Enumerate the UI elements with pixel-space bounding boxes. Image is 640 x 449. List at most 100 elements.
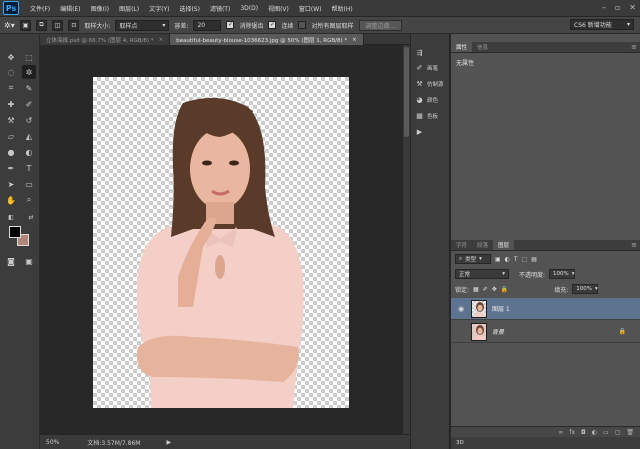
intersect-selection-icon[interactable]: ⊡ (68, 19, 80, 31)
mini-panel-brush[interactable]: ✐ 画笔 (415, 63, 438, 72)
type-filter-icon[interactable]: T (514, 256, 518, 263)
eye-icon[interactable]: ◉ (455, 305, 467, 313)
pen-tool-icon[interactable]: ✒ (4, 161, 18, 175)
panel-menu-icon[interactable]: ≡ (631, 241, 637, 249)
layer-name[interactable]: 背景 (492, 327, 504, 336)
menu-layer[interactable]: 图层(L) (114, 4, 144, 13)
toolbox: ✥ ✲ ◌ ⬚ ⌗ ✎ ✚ ✐ ⚒ ↺ ▱ ◭ ● ◐ ✒ T ➤ ▭ ✋ ⌕ … (0, 34, 40, 449)
rectangle-tool-icon[interactable]: ▭ (22, 177, 36, 191)
magic-wand-tool-icon[interactable]: ✲▾ (4, 21, 15, 30)
menu-select[interactable]: 选择(S) (174, 4, 205, 13)
clone-stamp-icon[interactable]: ⚒ (4, 113, 18, 127)
new-group-icon[interactable]: ▭ (603, 429, 609, 436)
brush-tool-icon[interactable]: ✐ (22, 97, 36, 111)
lasso-tool-icon[interactable]: ◌ (4, 65, 18, 79)
blend-mode-select[interactable]: 正常 ▾ (455, 269, 509, 279)
eraser-tool-icon[interactable]: ▱ (4, 129, 18, 143)
refine-edge-button[interactable]: 调整边缘... (358, 19, 403, 31)
menu-edit[interactable]: 编辑(E) (55, 4, 85, 13)
close-icon[interactable]: ✕ (629, 3, 636, 12)
menu-3d[interactable]: 3D(D) (235, 5, 263, 12)
smart-filter-icon[interactable]: ▤ (531, 256, 537, 263)
type-tool-icon[interactable]: T (22, 161, 36, 175)
vertical-scrollbar[interactable] (403, 45, 410, 434)
magic-wand-icon[interactable]: ✲ (22, 65, 36, 79)
adjustment-filter-icon[interactable]: ◐ (505, 256, 510, 263)
healing-brush-icon[interactable]: ✚ (4, 97, 18, 111)
close-icon[interactable]: × (159, 37, 164, 43)
history-brush-icon[interactable]: ↺ (22, 113, 36, 127)
antialias-checkbox[interactable]: ✓ (226, 21, 235, 29)
dodge-tool-icon[interactable]: ◐ (22, 145, 36, 159)
sample-all-checkbox[interactable] (298, 21, 307, 29)
status-menu-icon[interactable]: ▶ (166, 439, 171, 446)
minimize-icon[interactable]: – (602, 3, 606, 12)
new-layer-icon[interactable]: ▢ (615, 429, 621, 436)
zoom-level[interactable]: 50% (46, 439, 59, 446)
menu-type[interactable]: 文字(Y) (144, 4, 174, 13)
shape-filter-icon[interactable]: ⬚ (522, 256, 528, 263)
tab-3d[interactable]: 3D (451, 438, 469, 448)
menu-help[interactable]: 帮助(H) (327, 4, 358, 13)
document-canvas[interactable] (93, 77, 349, 408)
add-selection-icon[interactable]: ⧉ (36, 19, 47, 31)
path-selection-icon[interactable]: ➤ (4, 177, 18, 191)
adjustment-layer-icon[interactable]: ◐ (592, 429, 597, 436)
scrollbar-thumb[interactable] (404, 47, 409, 137)
layer-row-background[interactable]: 背景 🔒 (451, 321, 640, 343)
new-selection-icon[interactable]: ▣ (19, 19, 32, 31)
layer-name[interactable]: 图层 1 (492, 304, 510, 313)
foreground-color-swatch[interactable] (9, 226, 21, 238)
tab-layers[interactable]: 图层 (493, 240, 515, 250)
layer-style-icon[interactable]: fx (569, 429, 575, 436)
move-tool-icon[interactable]: ✥ (4, 50, 18, 64)
swap-colors-icon[interactable]: ⇄ (24, 210, 38, 224)
lock-transparent-icon[interactable]: ▦ (473, 286, 479, 293)
hand-tool-icon[interactable]: ✋ (4, 193, 18, 207)
sample-size-select[interactable]: 取样点 ▾ (115, 19, 170, 31)
layer-kind-select[interactable]: ⌕ 类型 ▾ (455, 254, 491, 264)
close-icon[interactable]: × (352, 37, 357, 43)
mini-panel-actions[interactable]: ▶ (415, 127, 424, 136)
contiguous-checkbox[interactable]: ✓ (268, 21, 277, 29)
layer-row-layer1[interactable]: ◉ 图层 1 (451, 298, 640, 320)
default-colors-icon[interactable]: ◧ (4, 210, 18, 224)
mini-panel-histogram[interactable]: ⇶ (415, 48, 427, 57)
delete-layer-icon[interactable]: 🗑 (626, 429, 634, 436)
tab-paragraph[interactable]: 段落 (472, 240, 494, 250)
pixel-filter-icon[interactable]: ▣ (495, 256, 501, 263)
lock-all-icon[interactable]: 🔒 (501, 286, 508, 293)
add-mask-icon[interactable]: ◘ (581, 429, 586, 436)
tab-poster-psd[interactable]: 立体海报.psd @ 66.7% (图层 4, RGB/8) * × (40, 34, 171, 45)
tolerance-input[interactable]: 20 (193, 19, 222, 31)
mini-panel-clone-source[interactable]: ⚒ 仿制源 (415, 79, 443, 88)
tab-properties[interactable]: 属性 (451, 42, 473, 52)
lock-pixels-icon[interactable]: ✐ (483, 286, 488, 293)
menu-filter[interactable]: 滤镜(T) (205, 4, 235, 13)
eyedropper-icon[interactable]: ✎ (22, 81, 36, 95)
fill-input[interactable]: 100% ▾ (572, 284, 599, 294)
subtract-selection-icon[interactable]: ◫ (51, 19, 64, 31)
menu-image[interactable]: 图像(I) (86, 4, 114, 13)
mini-panel-swatches[interactable]: ▦ 色板 (415, 111, 438, 120)
link-layers-icon[interactable]: ∞ (558, 429, 563, 436)
menu-window[interactable]: 窗口(W) (294, 4, 327, 13)
lock-position-icon[interactable]: ✥ (492, 286, 497, 293)
tab-character[interactable]: 字符 (451, 240, 473, 250)
mini-panel-color[interactable]: ◕ 颜色 (415, 95, 438, 104)
workspace-select[interactable]: CS6 新增功能 ▾ (570, 19, 634, 30)
opacity-input[interactable]: 100% ▾ (549, 269, 576, 279)
tab-info[interactable]: 信息 (472, 42, 494, 52)
menu-file[interactable]: 文件(F) (25, 4, 55, 13)
quick-mask-icon[interactable]: ◙ (4, 254, 18, 268)
blur-tool-icon[interactable]: ● (4, 145, 18, 159)
tab-blouse-jpg[interactable]: beautiful-beauty-blouse-1036623.jpg @ 50… (170, 34, 364, 45)
screen-mode-icon[interactable]: ▣ (22, 254, 36, 268)
restore-icon[interactable]: ▫ (615, 3, 620, 12)
zoom-tool-icon[interactable]: ⌕ (22, 193, 36, 207)
menu-view[interactable]: 视图(V) (263, 4, 294, 13)
paint-bucket-icon[interactable]: ◭ (22, 129, 36, 143)
panel-menu-icon[interactable]: ≡ (631, 43, 637, 51)
crop-tool-icon[interactable]: ⌗ (4, 81, 18, 95)
marquee-tool-icon[interactable]: ⬚ (22, 50, 36, 64)
